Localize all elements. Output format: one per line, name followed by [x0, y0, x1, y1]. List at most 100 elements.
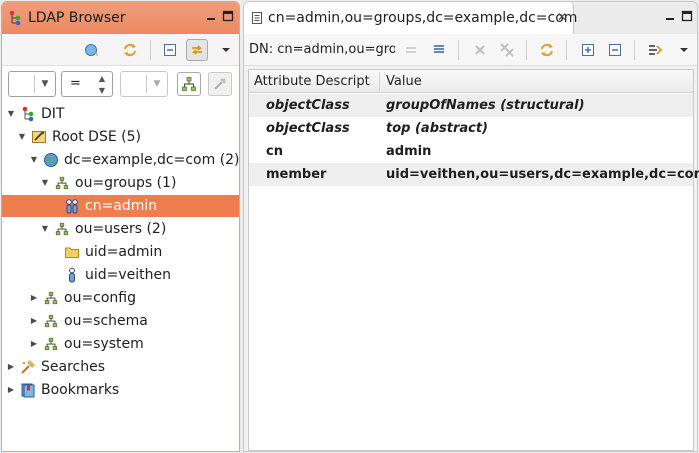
attribute-table: Attribute Descript Value objectClass gro… — [248, 69, 699, 451]
org-unit-icon — [54, 175, 70, 191]
tree-item-ou-groups[interactable]: ▼ ou=groups (1) — [2, 172, 239, 194]
refresh-icon[interactable] — [119, 39, 141, 61]
ldap-browser-title: LDAP Browser — [28, 10, 126, 26]
show-quick-filter-icon[interactable] — [644, 39, 666, 61]
collapse-all-icon[interactable] — [159, 39, 181, 61]
tree-item-root-dse[interactable]: ▼ Root DSE (5) — [2, 126, 239, 148]
org-unit-icon — [43, 313, 59, 329]
spinner-arrows-icon: ▲ ▼ — [98, 74, 106, 95]
combo-divider — [146, 75, 147, 93]
expand-toggle-icon[interactable]: ▶ — [29, 316, 39, 326]
minimize-icon[interactable] — [204, 10, 218, 24]
expand-toggle-icon[interactable]: ▼ — [29, 155, 39, 165]
chevron-down-icon: ▼ — [41, 79, 49, 89]
collapse-all-icon[interactable] — [604, 39, 626, 61]
tree-item-label: DIT — [41, 106, 65, 122]
tree-item-uid-veithen[interactable]: uid=veithen — [2, 264, 239, 286]
tree-item-label: ou=users (2) — [75, 221, 167, 237]
chevron-down-icon: ▼ — [153, 79, 161, 89]
column-header-value[interactable]: Value — [386, 74, 422, 89]
org-unit-icon — [43, 336, 59, 352]
expand-toggle-icon[interactable]: ▶ — [6, 385, 16, 395]
editor-tab-title: cn=admin,ou=groups,dc=example,dc=com — [268, 10, 578, 26]
tree-item-ou-config[interactable]: ▶ ou=config — [2, 287, 239, 309]
group-icon — [64, 198, 80, 214]
entry-editor-view: cn=admin,ou=groups,dc=example,dc=com ✕ D… — [243, 1, 699, 452]
document-icon — [250, 11, 264, 25]
attribute-cell: objectClass — [266, 98, 350, 113]
view-menu-icon[interactable] — [673, 39, 695, 61]
tree-item-uid-admin[interactable]: uid=admin — [2, 241, 239, 263]
quick-search-bar: ▼ = ▲ ▼ ▼ — [2, 67, 239, 101]
attribute-combo[interactable]: ▼ — [8, 71, 56, 97]
combo-divider — [34, 75, 35, 93]
tree-item-label: uid=admin — [85, 244, 163, 260]
clear-search-icon[interactable] — [208, 72, 232, 96]
tree-item-ou-schema[interactable]: ▶ ou=schema — [2, 310, 239, 332]
operator-combo[interactable]: = ▲ ▼ — [61, 71, 113, 97]
tree-item-ou-system[interactable]: ▶ ou=system — [2, 333, 239, 355]
table-row[interactable]: objectClass top (abstract) — [249, 117, 693, 140]
folder-icon — [64, 244, 80, 260]
table-row[interactable]: member uid=veithen,ou=users,dc=example,d… — [249, 163, 699, 186]
ldap-browser-icon — [7, 10, 23, 26]
tree-item-label: cn=admin — [85, 198, 158, 214]
expand-toggle-icon[interactable]: ▶ — [29, 339, 39, 349]
ldap-browser-tab[interactable]: LDAP Browser — [2, 2, 239, 34]
tree-item-label: ou=config — [64, 290, 137, 306]
column-header-attribute[interactable]: Attribute Descript — [254, 74, 370, 89]
table-row[interactable]: cn admin — [249, 140, 693, 163]
link-with-editor-icon[interactable] — [81, 39, 103, 61]
expand-toggle-icon[interactable]: ▼ — [40, 178, 50, 188]
new-value-icon[interactable] — [400, 39, 422, 61]
run-search-icon[interactable] — [177, 72, 201, 96]
root-dse-icon — [31, 129, 47, 145]
maximize-icon[interactable] — [680, 10, 694, 24]
delete-all-icon[interactable] — [496, 39, 518, 61]
table-row[interactable]: objectClass groupOfNames (structural) — [249, 94, 693, 117]
org-unit-icon — [43, 290, 59, 306]
close-icon[interactable]: ✕ — [557, 10, 567, 24]
minimize-icon[interactable] — [663, 10, 677, 24]
tree-item-label: ou=system — [64, 336, 144, 352]
refresh-icon[interactable] — [536, 39, 558, 61]
tree-item-label: ou=groups (1) — [75, 175, 177, 191]
table-header: Attribute Descript Value — [249, 70, 693, 93]
toolbar-separator — [634, 40, 635, 60]
editor-toolbar: DN: cn=admin,ou=groups,dc=example,dc=com — [244, 34, 697, 66]
globe-icon — [43, 152, 59, 168]
tree-item-searches[interactable]: ▶ Searches — [2, 356, 239, 378]
attribute-cell: member — [266, 167, 327, 182]
tree-item-label: ou=schema — [64, 313, 148, 329]
new-attribute-icon[interactable] — [428, 39, 450, 61]
tree-item-label: Searches — [41, 359, 106, 375]
value-cell: top (abstract) — [386, 121, 488, 136]
tree-item-dit[interactable]: ▼ DIT — [2, 103, 239, 125]
delete-icon[interactable] — [469, 39, 491, 61]
link-toggle-icon[interactable] — [186, 39, 208, 61]
column-divider[interactable] — [379, 72, 380, 91]
expand-toggle-icon[interactable]: ▶ — [29, 293, 39, 303]
tree-item-label: Root DSE (5) — [52, 129, 141, 145]
expand-all-icon[interactable] — [577, 39, 599, 61]
tree-item-label: uid=veithen — [85, 267, 172, 283]
value-cell: admin — [386, 144, 432, 159]
expand-toggle-icon[interactable]: ▼ — [6, 109, 16, 119]
value-cell: groupOfNames (structural) — [386, 98, 585, 113]
maximize-icon[interactable] — [221, 10, 235, 24]
expand-toggle-icon[interactable]: ▶ — [6, 362, 16, 372]
tree-item-dc-example[interactable]: ▼ dc=example,dc=com (2) — [2, 149, 239, 171]
attribute-cell: objectClass — [266, 121, 350, 136]
toolbar-separator — [150, 40, 151, 60]
dn-label: DN: cn=admin,ou=groups,dc=example,dc=com — [249, 42, 395, 57]
tree-item-ou-users[interactable]: ▼ ou=users (2) — [2, 218, 239, 240]
editor-tab[interactable]: cn=admin,ou=groups,dc=example,dc=com ✕ — [244, 2, 578, 34]
value-combo[interactable]: ▼ — [120, 71, 168, 97]
tree-item-bookmarks[interactable]: ▶ Bookmarks — [2, 379, 239, 401]
view-menu-icon[interactable] — [215, 39, 237, 61]
expand-toggle-icon[interactable]: ▼ — [40, 224, 50, 234]
expand-toggle-icon[interactable]: ▼ — [17, 132, 27, 142]
ldap-browser-view: LDAP Browser ▼ = ▲ ▼ ▼ ▼ DIT ▼ Root DSE … — [1, 1, 240, 452]
tree-item-cn-admin[interactable]: cn=admin — [2, 195, 239, 217]
bookmarks-icon — [20, 382, 36, 398]
